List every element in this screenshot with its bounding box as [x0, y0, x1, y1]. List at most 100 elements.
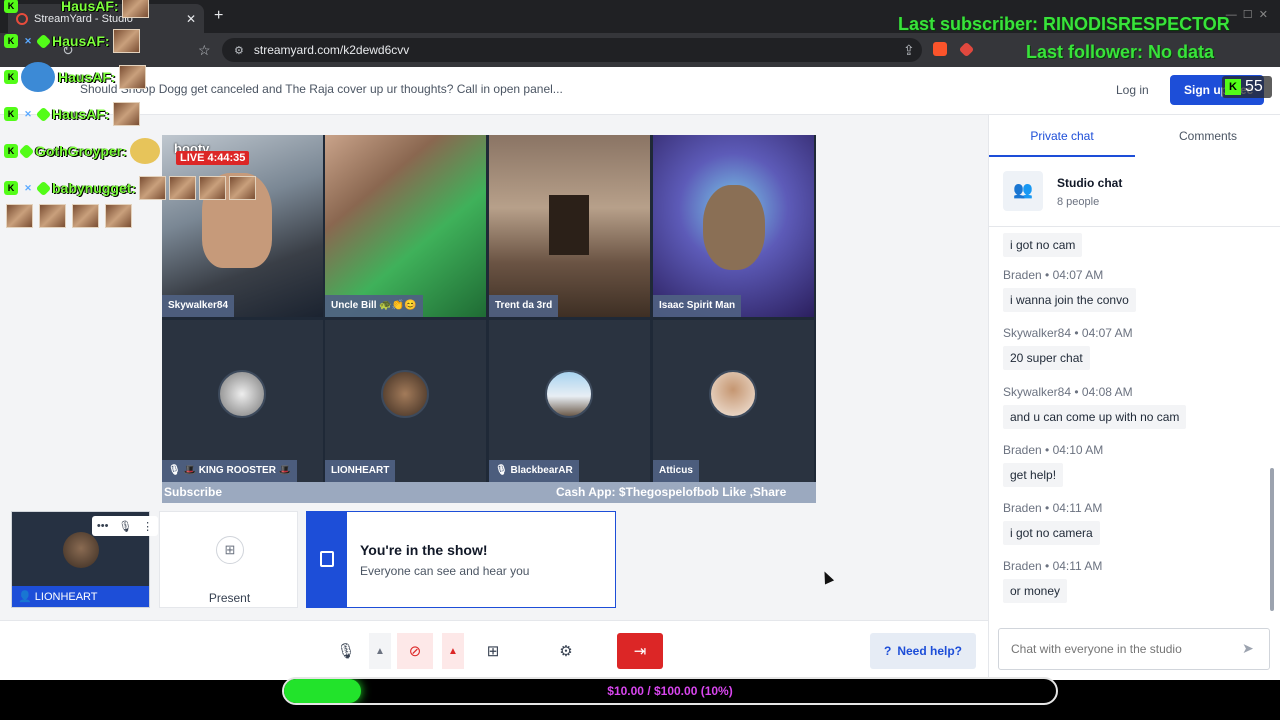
brave-rewards-icon[interactable]	[958, 41, 975, 58]
overlay-chat-user: K HausAF:	[4, 0, 149, 18]
need-help-label: Need help?	[897, 644, 963, 658]
chat-message: i got no cam	[1003, 233, 1083, 257]
more-dots-icon[interactable]: •••	[97, 520, 109, 532]
share-screen-button[interactable]: ⊞	[475, 633, 511, 669]
chat-message-text: i wanna join the convo	[1003, 288, 1136, 312]
chat-message-meta: Braden • 04:11 AM	[1003, 501, 1103, 515]
bookmark-icon[interactable]: ☆	[198, 42, 211, 59]
tab-private-chat[interactable]: Private chat	[989, 115, 1135, 157]
diamond-badge-icon	[35, 106, 52, 122]
chevron-up-icon: ▲	[448, 645, 458, 657]
avatar-tile-4[interactable]: Atticus	[653, 320, 814, 482]
send-icon[interactable]: ➤	[1242, 640, 1254, 657]
avatar	[709, 370, 757, 418]
diamond-badge-icon	[18, 143, 35, 159]
live-timer-badge: LIVE 4:44:35	[176, 151, 250, 165]
kick-badge-icon: K	[4, 107, 18, 121]
studio-header: Should Snoop Dogg get canceled and The R…	[0, 67, 1280, 115]
chat-message-meta: Braden • 04:10 AM	[1003, 443, 1104, 457]
chat-input[interactable]	[998, 628, 1270, 670]
site-info-icon[interactable]: ⚙	[234, 44, 244, 57]
mic-toggle-button[interactable]: 🎙	[328, 633, 364, 669]
studio-chat-name: Studio chat	[1057, 176, 1123, 190]
notice-subtitle: Everyone can see and hear you	[360, 564, 530, 578]
chat-scrollbar[interactable]	[1268, 230, 1276, 625]
url-text: streamyard.com/k2dewd6cvv	[253, 43, 410, 57]
people-icon: 👥	[1003, 171, 1043, 211]
self-tile-label: 👤 LIONHEART	[12, 586, 149, 607]
chat-author: Braden	[1003, 268, 1042, 282]
studio-toolbar: 🎙 ▲ ⊘ ▲ ⊞ ⚙ ⇥ ? Need help?	[0, 620, 988, 680]
overlay-kick-counter: K 55	[1222, 76, 1272, 98]
overlay-chat-user: K ✕ HausAF:	[4, 29, 140, 53]
kick-logo-icon: K	[1225, 79, 1241, 95]
avatar-tile-3[interactable]: 🎙 BlackbearAR	[489, 320, 650, 482]
overlay-username: HausAF:	[52, 106, 110, 122]
address-bar[interactable]: ⚙ streamyard.com/k2dewd6cvv	[222, 38, 922, 62]
cam-tile-label: Trent da 3rd	[489, 295, 559, 317]
avatar-tile-1[interactable]: 🎙 🎩 KING ROOSTER 🎩	[162, 320, 323, 482]
new-tab-icon[interactable]: +	[214, 7, 223, 25]
chat-author: Braden	[1003, 559, 1042, 573]
mic-options-button[interactable]: ▲	[369, 633, 391, 669]
overlay-username: HausAF:	[61, 0, 119, 14]
mic-icon: 🎙	[336, 643, 356, 660]
mic-icon[interactable]: 🎙	[118, 520, 132, 533]
kick-badge-icon: K	[4, 0, 18, 13]
self-preview-tile[interactable]: ••• 🎙 ⋮ 👤 LIONHEART	[11, 511, 158, 608]
cam-tile-3[interactable]: Trent da 3rd	[489, 135, 650, 317]
overlay-username: babynugget:	[52, 180, 136, 196]
emote-thumbnail	[72, 204, 99, 228]
leave-studio-button[interactable]: ⇥	[617, 633, 663, 669]
chat-scroll-thumb[interactable]	[1270, 468, 1274, 611]
diamond-badge-icon	[35, 33, 52, 49]
cam-tile-2[interactable]: Uncle Bill 🐢👏😊	[325, 135, 486, 317]
donation-goal-bar: $10.00 / $100.00 (10%)	[282, 677, 1058, 705]
brave-shield-icon[interactable]	[933, 42, 947, 56]
chat-message-meta: Skywalker84 • 04:08 AM	[1003, 385, 1133, 399]
login-button[interactable]: Log in	[1110, 81, 1155, 99]
avatar	[63, 532, 99, 568]
chat-time: 04:08 AM	[1081, 385, 1133, 399]
window-controls[interactable]: — ☐ ✕	[1226, 8, 1268, 21]
chat-message: Braden • 04:07 AM i wanna join the convo	[1003, 268, 1136, 312]
self-tile-controls: ••• 🎙 ⋮	[92, 516, 158, 536]
emote-thumbnail	[139, 176, 166, 200]
emote-thumbnail	[118, 65, 146, 89]
camera-options-button[interactable]: ▲	[442, 633, 464, 669]
notice-title: You're in the show!	[360, 542, 488, 558]
avatar-tile-2[interactable]: LIONHEART	[325, 320, 486, 482]
chat-message-text: get help!	[1003, 463, 1064, 487]
present-screen-icon: ⊞	[486, 643, 500, 660]
cam-tile-4[interactable]: Isaac Spirit Man	[653, 135, 814, 317]
emote-thumbnail	[112, 102, 140, 126]
camera-off-icon: ⊘	[408, 643, 422, 660]
tab-close-icon[interactable]: ✕	[186, 12, 196, 26]
kebab-menu-icon[interactable]: ⋮	[142, 520, 153, 533]
overlay-last-subscriber: Last subscriber: RINODISRESPECTOR	[898, 14, 1230, 34]
present-label: Present	[208, 591, 251, 605]
share-icon[interactable]: ⇪	[903, 42, 915, 59]
in-show-notice: You're in the show! Everyone can see and…	[306, 511, 616, 608]
kick-badge-icon: K	[4, 144, 18, 158]
chat-message-list[interactable]: i got no cam Braden • 04:07 AM i wanna j…	[989, 228, 1271, 618]
avatar-tile-label: 🎙 🎩 KING ROOSTER 🎩	[162, 460, 298, 482]
chat-message: Braden • 04:10 AM get help!	[1003, 443, 1103, 487]
badge-icon	[320, 551, 334, 567]
overlay-chat-user: K HausAF:	[4, 62, 146, 92]
present-button[interactable]: ⊞ Present	[159, 511, 298, 608]
person-icon: 👤	[18, 591, 32, 603]
chat-message: Braden • 04:11 AM or money	[1003, 559, 1102, 603]
emote-thumbnail	[229, 176, 256, 200]
person-silhouette	[703, 185, 765, 270]
overlay-username: HausAF:	[58, 69, 116, 85]
emote-thumbnail	[112, 29, 140, 53]
chat-message-text: 20 super chat	[1003, 346, 1090, 370]
camera-toggle-button[interactable]: ⊘	[397, 633, 433, 669]
need-help-button[interactable]: ? Need help?	[870, 633, 976, 669]
tab-comments[interactable]: Comments	[1135, 115, 1280, 157]
chat-author: Skywalker84	[1003, 326, 1072, 340]
chat-message-text: or money	[1003, 579, 1068, 603]
emote-thumbnail	[121, 0, 149, 18]
settings-button[interactable]: ⚙	[548, 633, 584, 669]
